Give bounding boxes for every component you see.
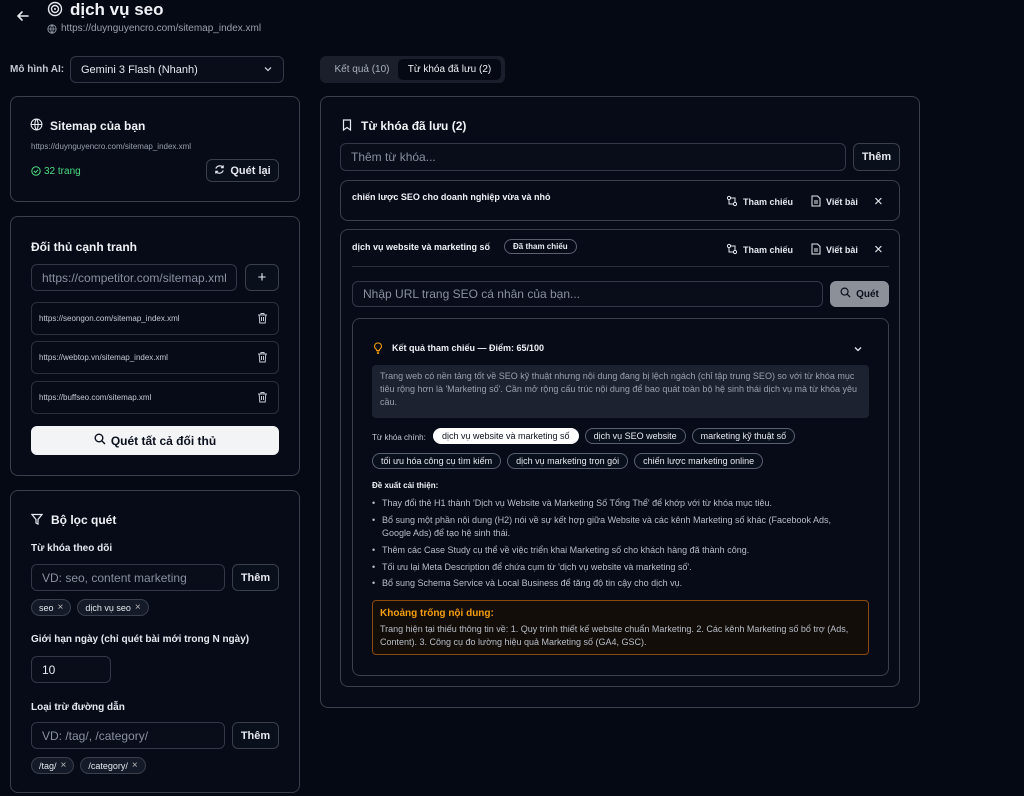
pages-count: 32 trang bbox=[44, 166, 81, 177]
model-select[interactable]: Gemini 3 Flash (Nhanh) bbox=[70, 56, 284, 83]
add-exclude-button[interactable]: Thêm bbox=[232, 722, 279, 749]
target-icon bbox=[47, 1, 63, 17]
close-icon[interactable]: × bbox=[61, 760, 67, 771]
add-competitor-button[interactable]: + bbox=[245, 264, 279, 291]
keyword-tag[interactable]: dịch vụ seo × bbox=[77, 599, 149, 616]
main-keyword-chip[interactable]: dịch vụ website và marketing số bbox=[433, 428, 579, 444]
competitor-url: https://webtop.vn/sitemap_index.xml bbox=[39, 353, 168, 362]
suggestions-title: Đề xuất cải thiện: bbox=[372, 481, 439, 490]
globe-icon bbox=[30, 118, 43, 131]
chevron-down-icon bbox=[263, 63, 273, 77]
suggestion-item: Bổ sung một phần nội dung (H2) nói về sự… bbox=[372, 514, 862, 540]
exclude-tag[interactable]: /tag/× bbox=[31, 757, 75, 774]
days-limit-input[interactable]: 10 bbox=[31, 656, 111, 683]
check-circle-icon bbox=[31, 166, 41, 176]
refresh-icon bbox=[214, 164, 225, 178]
main-keyword-chip[interactable]: dịch vụ marketing trọn gói bbox=[507, 453, 629, 469]
compare-icon bbox=[726, 195, 738, 209]
result-summary: Trang web có nền tảng tốt về SEO kỹ thuậ… bbox=[372, 365, 869, 418]
back-arrow-icon[interactable] bbox=[16, 9, 32, 25]
write-article-button[interactable]: Viết bài bbox=[811, 243, 858, 257]
globe-icon bbox=[47, 24, 57, 34]
suggestion-item: Bổ sung Schema Service và Local Business… bbox=[372, 577, 862, 590]
scan-all-label: Quét tất cả đối thủ bbox=[110, 433, 217, 448]
competitors-title: Đối thủ cạnh tranh bbox=[31, 240, 137, 254]
rescan-label: Quét lại bbox=[230, 164, 271, 177]
exclude-label: Loại trừ đường dẫn bbox=[31, 702, 125, 713]
sitemap-title: Sitemap của bạn bbox=[50, 119, 146, 133]
bookmark-icon bbox=[342, 119, 352, 131]
main-keywords-label: Từ khóa chính: bbox=[372, 433, 426, 442]
saved-keyword-text: chiến lược SEO cho doanh nghiệp vừa và n… bbox=[352, 192, 551, 202]
trash-icon[interactable] bbox=[257, 312, 268, 326]
suggestion-item: Thay đổi thẻ H1 thành 'Dịch vụ Website v… bbox=[372, 497, 862, 510]
content-gap-title: Khoảng trống nội dung: bbox=[380, 608, 494, 619]
filters-title: Bộ lọc quét bbox=[51, 513, 117, 527]
main-keyword-chip[interactable]: chiến lược marketing online bbox=[634, 453, 764, 469]
compare-icon bbox=[726, 243, 738, 257]
add-saved-keyword-input[interactable]: Thêm từ khóa... bbox=[340, 143, 846, 171]
scan-all-competitors-button[interactable]: Quét tất cả đối thủ bbox=[31, 426, 279, 455]
add-saved-keyword-button[interactable]: Thêm bbox=[853, 143, 900, 171]
close-icon[interactable]: × bbox=[58, 602, 64, 613]
close-icon[interactable]: × bbox=[135, 602, 141, 613]
main-keyword-chip[interactable]: marketing kỹ thuật số bbox=[691, 428, 796, 444]
suggestion-item: Thêm các Case Study cụ thể về việc triển… bbox=[372, 544, 862, 557]
trash-icon[interactable] bbox=[257, 351, 268, 365]
lightbulb-icon bbox=[373, 342, 383, 354]
competitor-url: https://buffseo.com/sitemap.xml bbox=[39, 393, 152, 402]
saved-keyword-text: dịch vụ website và marketing số bbox=[352, 242, 491, 252]
model-selected: Gemini 3 Flash (Nhanh) bbox=[81, 63, 198, 76]
close-icon[interactable]: × bbox=[132, 760, 138, 771]
referenced-badge: Đã tham chiếu bbox=[504, 239, 577, 254]
exclude-path-input[interactable]: VD: /tag/, /category/ bbox=[31, 722, 225, 749]
competitor-row: https://webtop.vn/sitemap_index.xml bbox=[31, 341, 279, 374]
filter-icon bbox=[31, 513, 43, 525]
sitemap-url: https://duynguyencro.com/sitemap_index.x… bbox=[61, 23, 262, 34]
competitor-url-input[interactable]: https://competitor.com/sitemap.xml bbox=[31, 264, 237, 291]
add-keyword-button[interactable]: Thêm bbox=[232, 564, 279, 591]
main-keywords-row-1: dịch vụ website và marketing số dịch vụ … bbox=[433, 428, 796, 444]
content-gap-text: Trang hiện tại thiếu thông tin về: 1. Qu… bbox=[380, 624, 849, 647]
model-label: Mô hình AI: bbox=[10, 64, 65, 75]
reference-button[interactable]: Tham chiếu bbox=[726, 195, 793, 209]
exclude-tags: /tag/× /category/× bbox=[31, 757, 146, 774]
exclude-tag[interactable]: /category/× bbox=[80, 757, 146, 774]
tab-results[interactable]: Kết quả (10) bbox=[327, 60, 397, 79]
competitor-url: https://seongon.com/sitemap_index.xml bbox=[39, 314, 180, 323]
document-icon bbox=[811, 195, 821, 209]
search-icon bbox=[94, 433, 106, 448]
reference-button[interactable]: Tham chiếu bbox=[726, 243, 793, 257]
search-icon bbox=[840, 287, 851, 301]
personal-url-input[interactable]: Nhập URL trang SEO cá nhân của bạn... bbox=[352, 281, 823, 307]
competitor-row: https://buffseo.com/sitemap.xml bbox=[31, 381, 279, 414]
close-icon[interactable]: × bbox=[874, 193, 883, 210]
scan-button[interactable]: Quét bbox=[830, 281, 889, 307]
document-icon bbox=[811, 243, 821, 257]
keyword-tag[interactable]: seo × bbox=[31, 599, 72, 616]
write-article-button[interactable]: Viết bài bbox=[811, 195, 858, 209]
main-keywords-row-2: tối ưu hóa công cụ tìm kiếm dịch vụ mark… bbox=[372, 453, 764, 469]
saved-keywords-title: Từ khóa đã lưu (2) bbox=[361, 119, 467, 133]
chevron-down-icon[interactable] bbox=[853, 343, 863, 357]
suggestion-item: Tối ưu lại Meta Description để chứa cụm … bbox=[372, 561, 862, 574]
rescan-button[interactable]: Quét lại bbox=[206, 159, 279, 182]
divider bbox=[352, 266, 889, 267]
days-label: Giới hạn ngày (chỉ quét bài mới trong N … bbox=[31, 634, 250, 645]
page-title: dịch vụ seo bbox=[70, 0, 164, 19]
main-keyword-chip[interactable]: dịch vụ SEO website bbox=[584, 428, 686, 444]
keywords-label: Từ khóa theo dõi bbox=[31, 543, 113, 554]
keyword-tags: seo × dịch vụ seo × bbox=[31, 599, 149, 616]
tab-saved-keywords[interactable]: Từ khóa đã lưu (2) bbox=[398, 59, 501, 80]
trash-icon[interactable] bbox=[257, 391, 268, 405]
result-title: Kết quả tham chiếu — Điểm: 65/100 bbox=[392, 343, 545, 353]
sitemap-card-url: https://duynguyencro.com/sitemap_index.x… bbox=[31, 142, 192, 151]
competitor-row: https://seongon.com/sitemap_index.xml bbox=[31, 302, 279, 335]
close-icon[interactable]: × bbox=[874, 241, 883, 258]
tracked-keyword-input[interactable]: VD: seo, content marketing bbox=[31, 564, 225, 591]
main-keyword-chip[interactable]: tối ưu hóa công cụ tìm kiếm bbox=[372, 453, 502, 469]
